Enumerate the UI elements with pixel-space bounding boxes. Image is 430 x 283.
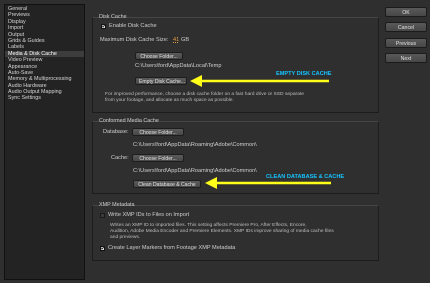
ok-button[interactable]: OK (385, 7, 427, 17)
write-xmp-ids-label: Write XMP IDs to Files on Import (108, 212, 190, 218)
previous-button[interactable]: Previous (385, 38, 427, 48)
write-xmp-ids-checkbox[interactable] (100, 213, 105, 218)
next-button[interactable]: Next (385, 53, 427, 63)
create-layer-markers-checkbox[interactable] (100, 245, 106, 252)
xmp-desc-line1: Writes an XMP ID to imported files. This… (110, 223, 307, 228)
create-layer-markers-label: Create Layer Markers from Footage XMP Me… (108, 245, 236, 251)
xmp-metadata-title: XMP Metadata (99, 202, 135, 208)
xmp-desc-line2: Audition, Adobe Media Encoder and Premie… (110, 229, 334, 234)
xmp-desc-line3: and previews. (110, 235, 141, 240)
cancel-button[interactable]: Cancel (385, 22, 427, 32)
